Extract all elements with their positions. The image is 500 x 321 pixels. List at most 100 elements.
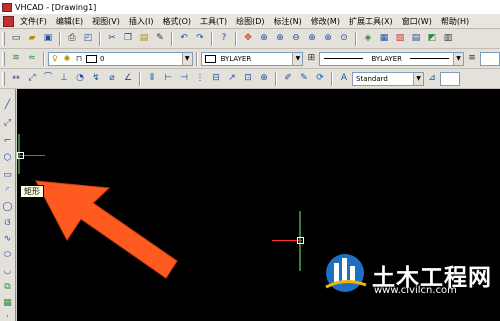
toolbar-grip[interactable]: [2, 31, 5, 46]
copy-icon[interactable]: ❐: [122, 32, 135, 45]
aligned-dim-icon[interactable]: ⤢: [26, 72, 39, 85]
construction-line-icon[interactable]: ⤢: [1, 117, 14, 130]
bulb-icon[interactable]: ♀: [50, 54, 59, 64]
toolbar-separator: [235, 31, 237, 46]
lock-icon[interactable]: ⊓: [74, 54, 83, 64]
pan-icon[interactable]: ✥: [242, 32, 255, 45]
print-icon[interactable]: ⎙: [66, 32, 79, 45]
zoom-all-icon[interactable]: ⊙: [338, 32, 351, 45]
match-icon[interactable]: ✎: [154, 32, 167, 45]
chevron-down-icon[interactable]: ▼: [453, 52, 464, 65]
dim-space-icon[interactable]: ⋮: [194, 72, 207, 85]
tolerance-icon[interactable]: ⊡: [242, 72, 255, 85]
jogged-icon[interactable]: ↯: [90, 72, 103, 85]
document-icon[interactable]: [3, 15, 14, 27]
chevron-down-icon[interactable]: ▼: [413, 72, 423, 85]
window-title: VHCAD - [Drawing1]: [15, 2, 97, 12]
chevron-down-icon[interactable]: ▼: [181, 52, 192, 65]
polygon-icon[interactable]: ⬡: [1, 152, 14, 165]
color-select[interactable]: BYLAYER ▼: [200, 51, 304, 66]
arc-length-icon[interactable]: ⌒: [42, 72, 55, 85]
redo-icon[interactable]: ↷: [194, 32, 207, 45]
lineweight-icon[interactable]: ≡: [466, 52, 479, 65]
point-icon[interactable]: ·: [1, 311, 14, 321]
menu-help[interactable]: 帮助(H): [441, 16, 469, 27]
circle-icon[interactable]: ◯: [1, 201, 14, 214]
new-icon[interactable]: ▭: [10, 32, 23, 45]
revcloud-icon[interactable]: ଓ: [1, 217, 14, 230]
linetype-select[interactable]: BYLAYER ▼: [319, 51, 465, 66]
center-mark-icon[interactable]: ⊕: [258, 72, 271, 85]
dim-update-icon[interactable]: ⟳: [314, 72, 327, 85]
toolbar-grip[interactable]: [2, 71, 5, 86]
angular-icon[interactable]: ∠: [122, 72, 135, 85]
text-style-select[interactable]: Standard ▼: [352, 71, 424, 86]
lineweight-select[interactable]: [480, 51, 500, 66]
calc-icon[interactable]: ▥: [442, 32, 455, 45]
text-style-icon[interactable]: A: [338, 72, 351, 85]
arc-icon[interactable]: ◜: [1, 185, 14, 198]
menu-express-tools[interactable]: 扩展工具(X): [349, 16, 393, 27]
leader-icon[interactable]: ↗: [226, 72, 239, 85]
layer-previous-icon[interactable]: ≈: [25, 52, 38, 65]
chevron-down-icon[interactable]: ▼: [292, 52, 303, 65]
diameter-icon[interactable]: ⌀: [106, 72, 119, 85]
dim-break-icon[interactable]: ⊟: [210, 72, 223, 85]
open-icon[interactable]: ▰: [26, 32, 39, 45]
menu-view[interactable]: 视图(V): [92, 16, 120, 27]
current-layer: 0: [99, 54, 105, 63]
zoom-in-icon[interactable]: ⊕: [306, 32, 319, 45]
toolbar-separator: [99, 31, 101, 46]
help-icon[interactable]: ?: [218, 32, 231, 45]
ellipse-arc-icon[interactable]: ◡: [1, 265, 14, 278]
zoom-out-icon[interactable]: ⊗: [322, 32, 335, 45]
menu-modify[interactable]: 修改(M): [311, 16, 340, 27]
menu-format[interactable]: 格式(O): [162, 16, 191, 27]
ellipse-icon[interactable]: ⬭: [1, 249, 14, 262]
menu-edit[interactable]: 编辑(E): [56, 16, 83, 27]
line-icon[interactable]: ╱: [1, 99, 14, 112]
menu-file[interactable]: 文件(F): [20, 16, 47, 27]
dim-style-select[interactable]: [440, 71, 460, 86]
dim-edit-icon[interactable]: ✐: [282, 72, 295, 85]
toolbar-separator: [331, 71, 333, 86]
menu-tools[interactable]: 工具(T): [200, 16, 227, 27]
design-center-icon[interactable]: ▦: [378, 32, 391, 45]
properties-icon[interactable]: ◈: [362, 32, 375, 45]
layer-manager-icon[interactable]: ≋: [10, 52, 23, 65]
sun-icon[interactable]: ✺: [62, 54, 71, 64]
menu-dimension[interactable]: 标注(N): [274, 16, 302, 27]
zoom-realtime-icon[interactable]: ⊕: [258, 32, 271, 45]
zoom-window-icon[interactable]: ⊕: [274, 32, 287, 45]
radius-icon[interactable]: ◔: [74, 72, 87, 85]
linetype-manager-icon[interactable]: ⊞: [305, 52, 318, 65]
tool-palette-icon[interactable]: ▧: [394, 32, 407, 45]
insert-block-icon[interactable]: ⧉: [1, 281, 14, 294]
spline-icon[interactable]: ∿: [1, 233, 14, 246]
cut-icon[interactable]: ✂: [106, 32, 119, 45]
layer-select[interactable]: ♀ ✺ ⊓ 0 ▼: [47, 51, 193, 66]
dim-style-icon[interactable]: ⊿: [426, 72, 439, 85]
toolbar-grip[interactable]: [2, 51, 5, 66]
dim-text-edit-icon[interactable]: ✎: [298, 72, 311, 85]
polyline-icon[interactable]: ⌐: [1, 135, 14, 148]
logo-bar: [342, 258, 347, 283]
continue-icon[interactable]: ⊣: [178, 72, 191, 85]
save-icon[interactable]: ▣: [42, 32, 55, 45]
make-block-icon[interactable]: ▦: [1, 297, 14, 310]
rectangle-icon[interactable]: ▭: [1, 169, 14, 182]
ordinate-icon[interactable]: ⊥: [58, 72, 71, 85]
markup-icon[interactable]: ◩: [426, 32, 439, 45]
preview-icon[interactable]: ◰: [82, 32, 95, 45]
sheet-icon[interactable]: ▤: [410, 32, 423, 45]
undo-icon[interactable]: ↶: [178, 32, 191, 45]
linear-dim-icon[interactable]: ↔: [10, 72, 23, 85]
baseline-icon[interactable]: ⊢: [162, 72, 175, 85]
linetype-preview: [324, 58, 364, 59]
menu-draw[interactable]: 绘图(D): [236, 16, 264, 27]
paste-icon[interactable]: ▤: [138, 32, 151, 45]
menu-insert[interactable]: 插入(I): [129, 16, 154, 27]
quick-dim-icon[interactable]: ⫴: [146, 72, 159, 85]
zoom-previous-icon[interactable]: ⊖: [290, 32, 303, 45]
menu-window[interactable]: 窗口(W): [402, 16, 432, 27]
